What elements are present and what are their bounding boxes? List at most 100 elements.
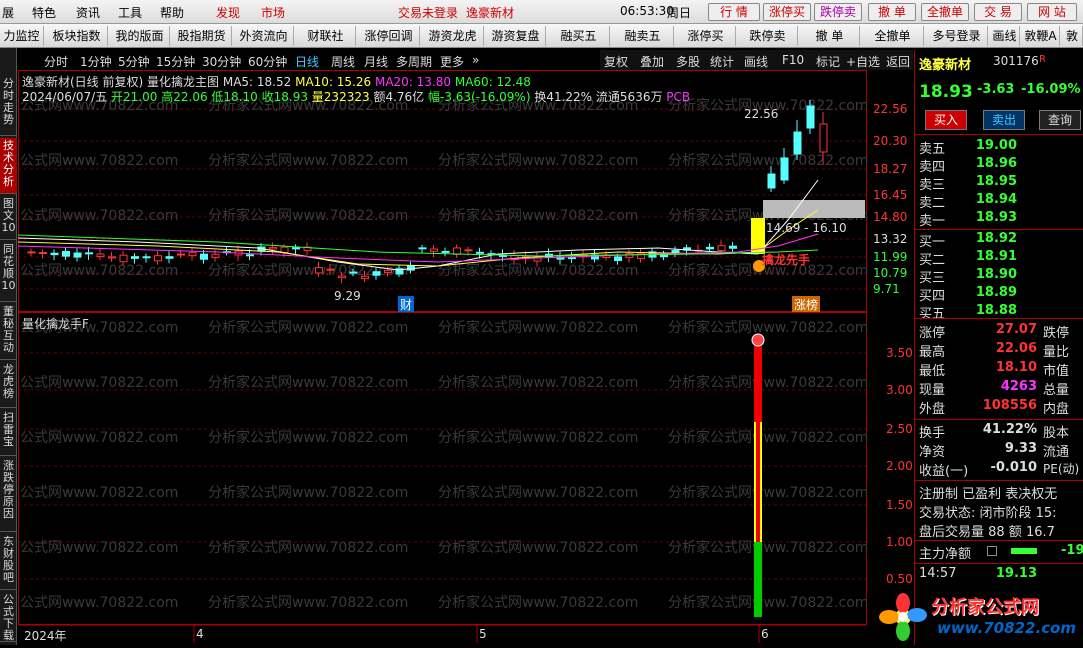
sidebar-item-formula-download[interactable]: 公式下载 — [0, 592, 17, 642]
option-f10[interactable]: F10 — [782, 53, 804, 67]
order-book-price: 18.93 — [975, 210, 1017, 225]
toolbar-cls[interactable]: 财联社 — [296, 26, 356, 46]
menu-item-zhan[interactable]: 展 — [2, 4, 14, 21]
toolbar-my-layout[interactable]: 我的版面 — [110, 26, 170, 46]
option-adjust[interactable]: 复权 — [604, 53, 628, 70]
option-stats[interactable]: 统计 — [710, 53, 734, 70]
annotation-zhangbang-badge[interactable]: 涨榜 — [792, 296, 821, 313]
sidebar-item-ths10[interactable]: 同花顺10 — [0, 242, 17, 302]
order-book-row[interactable]: 买二 18.91 — [919, 249, 1081, 268]
legend-close: 收18.93 — [261, 90, 308, 104]
limit-down-sell-button[interactable]: 跌停卖 — [814, 3, 862, 21]
period-multi[interactable]: 多周期 — [396, 53, 432, 70]
total-vol-label: 总量 — [1043, 383, 1070, 398]
indicator-chart[interactable]: 分析家公式网www.70822.com 分析家公式网www.70822.com 分析… — [18, 312, 913, 625]
menu-item-help[interactable]: 帮助 — [160, 4, 184, 21]
period-5min[interactable]: 5分钟 — [118, 53, 150, 70]
toolbar-margin-buy5[interactable]: 融买五 — [548, 26, 610, 46]
menu-item-market[interactable]: 市场 — [261, 4, 285, 21]
sidebar-item-dragon-list[interactable]: 龙虎榜 — [0, 362, 17, 408]
toolbar-power-monitor[interactable]: 力监控 — [0, 26, 44, 46]
order-book-row[interactable]: 买四 18.89 — [919, 285, 1081, 304]
toolbar-cancel[interactable]: 撤 单 — [800, 26, 860, 46]
list-icon[interactable] — [987, 546, 997, 556]
limit-up-buy-button[interactable]: 涨停买 — [763, 3, 811, 21]
option-add-watchlist[interactable]: +自选 — [846, 53, 880, 70]
period-more[interactable]: 更多 — [440, 53, 464, 70]
toolbar-index-futures[interactable]: 股指期货 — [172, 26, 232, 46]
period-timeshare[interactable]: 分时 — [44, 53, 68, 70]
annotation-cai-badge[interactable]: 财 — [398, 296, 415, 313]
watermark-text: 分析家公式网www.70822.com — [438, 429, 638, 446]
toolbar-dunbian-a[interactable]: 敦鞭A — [1022, 26, 1060, 46]
candle — [315, 267, 323, 274]
turnover-value: 41.22% — [982, 422, 1037, 437]
menu-item-news[interactable]: 资讯 — [76, 4, 100, 21]
menu-item-tools[interactable]: 工具 — [118, 4, 142, 21]
sidebar-item-limit-reason[interactable]: 涨跌停原因 — [0, 458, 17, 532]
option-back[interactable]: 返回 — [886, 53, 910, 70]
sell-button[interactable]: 卖出 — [983, 110, 1025, 130]
toolbar-hotmoney-dragon[interactable]: 游资龙虎 — [422, 26, 484, 46]
sidebar-item-f10-text[interactable]: 图文10 — [0, 196, 17, 240]
date-axis-ticks — [18, 625, 866, 643]
option-overlay[interactable]: 叠加 — [640, 53, 664, 70]
sidebar-item-ir[interactable]: 董秘互动 — [0, 304, 17, 360]
axis-label: 1.50 — [886, 498, 913, 512]
period-1min[interactable]: 1分钟 — [80, 53, 112, 70]
period-daily[interactable]: 日线 — [295, 53, 319, 70]
order-book-row[interactable]: 卖五 19.00 — [919, 138, 1081, 157]
option-mark[interactable]: 标记 — [816, 53, 840, 70]
cancel-order-button[interactable]: 撤 单 — [868, 3, 916, 21]
buy-button[interactable]: 买入 — [925, 110, 967, 130]
quote-stock-code: 301176 — [993, 54, 1039, 68]
query-button[interactable]: 查询 — [1039, 110, 1081, 130]
quote-button[interactable]: 行 情 — [708, 3, 760, 21]
sidebar-item-technical[interactable]: 技术分析 — [0, 138, 17, 194]
main-flow-bar — [1011, 548, 1037, 554]
limit-up-value: 27.07 — [995, 322, 1037, 337]
date-label: 6 — [761, 627, 769, 641]
order-book-row[interactable]: 买五 18.88 — [919, 303, 1081, 322]
order-book-row[interactable]: 买一 18.92 — [919, 231, 1081, 250]
period-monthly[interactable]: 月线 — [364, 53, 388, 70]
option-multi-stock[interactable]: 多股 — [676, 53, 700, 70]
option-draw[interactable]: 画线 — [744, 53, 768, 70]
order-book-row[interactable]: 卖一 18.93 — [919, 210, 1081, 229]
toolbar-hotmoney-review[interactable]: 游资复盘 — [486, 26, 546, 46]
limit-up-label: 涨停 — [919, 326, 946, 341]
period-weekly[interactable]: 周线 — [331, 53, 355, 70]
period-15min[interactable]: 15分钟 — [156, 53, 195, 70]
period-60min[interactable]: 60分钟 — [248, 53, 287, 70]
candle — [39, 252, 47, 255]
toolbar-limit-pullback[interactable]: 涨停回调 — [358, 26, 420, 46]
sidebar-item-eastmoney-forum[interactable]: 东财股吧 — [0, 534, 17, 590]
toolbar-limit-sell[interactable]: 跌停卖 — [738, 26, 798, 46]
legend-turnover: 换41.22% — [534, 90, 593, 104]
order-book-row[interactable]: 卖四 18.96 — [919, 156, 1081, 175]
order-book-row[interactable]: 卖二 18.94 — [919, 192, 1081, 211]
menu-item-discover[interactable]: 发现 — [216, 4, 240, 21]
toolbar-sector-index[interactable]: 板块指数 — [46, 26, 108, 46]
toolbar-draw[interactable]: 画线 — [990, 26, 1020, 46]
chevron-right-icon[interactable]: » — [472, 53, 479, 67]
period-30min[interactable]: 30分钟 — [202, 53, 241, 70]
toolbar-limit-buy[interactable]: 涨停买 — [676, 26, 736, 46]
order-book-row[interactable]: 卖三 18.95 — [919, 174, 1081, 193]
sidebar-item-minesweeper[interactable]: 扫雷宝 — [0, 410, 17, 456]
toolbar-dunbian-b[interactable]: 敦鞭B — [1062, 26, 1083, 46]
cancel-all-button[interactable]: 全撤单 — [921, 3, 969, 21]
main-kline-chart[interactable]: 分析家公式网www.70822.com 分析家公式网www.70822.com 分析… — [18, 70, 913, 313]
toolbar-margin-sell5[interactable]: 融卖五 — [612, 26, 674, 46]
menu-item-features[interactable]: 特色 — [32, 4, 56, 21]
cur-vol-value: 4263 — [1000, 379, 1037, 394]
order-book-price: 18.88 — [975, 303, 1017, 318]
toolbar-foreign-flow[interactable]: 外资流向 — [234, 26, 294, 46]
quote-change: -3.63 — [977, 82, 1015, 97]
sidebar-item-timeshare[interactable]: 分时走势 — [0, 76, 17, 136]
order-book-row[interactable]: 买三 18.90 — [919, 267, 1081, 286]
trade-button[interactable]: 交 易 — [974, 3, 1022, 21]
toolbar-cancel-all[interactable]: 全撤单 — [862, 26, 924, 46]
toolbar-multi-login[interactable]: 多号登录 — [926, 26, 988, 46]
website-button[interactable]: 网 站 — [1027, 3, 1077, 21]
